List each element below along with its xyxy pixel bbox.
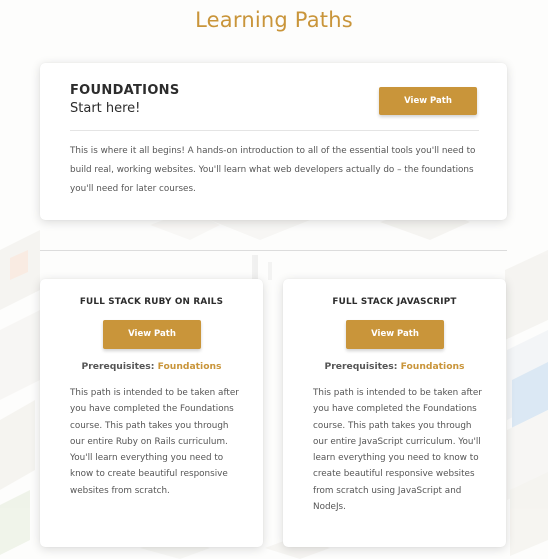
prerequisites-foundations-link[interactable]: Foundations bbox=[401, 361, 465, 372]
page-title: Learning Paths bbox=[195, 8, 353, 32]
foundations-view-path-button[interactable]: View Path bbox=[379, 87, 477, 115]
ruby-on-rails-path-card: FULL STACK RUBY ON RAILS View Path Prere… bbox=[40, 279, 263, 547]
javascript-path-card: FULL STACK JAVASCRIPT View Path Prerequi… bbox=[283, 279, 506, 547]
card-divider bbox=[70, 130, 479, 131]
prerequisites-line: Prerequisites: Foundations bbox=[40, 361, 263, 372]
section-divider bbox=[40, 250, 507, 251]
path-description: This path is intended to be taken after … bbox=[70, 388, 239, 496]
path-description: This path is intended to be taken after … bbox=[313, 388, 482, 513]
foundations-description: This is where it all begins! A hands-on … bbox=[70, 146, 476, 194]
foundations-title: FOUNDATIONS bbox=[70, 83, 180, 98]
javascript-view-path-button[interactable]: View Path bbox=[346, 320, 444, 349]
path-title: FULL STACK RUBY ON RAILS bbox=[79, 297, 224, 307]
prerequisites-line: Prerequisites: Foundations bbox=[283, 361, 506, 372]
foundations-card: FOUNDATIONS Start here! View Path This i… bbox=[40, 63, 507, 220]
rails-view-path-button[interactable]: View Path bbox=[103, 320, 201, 349]
foundations-subtitle: Start here! bbox=[70, 101, 141, 116]
path-title: FULL STACK JAVASCRIPT bbox=[332, 297, 457, 307]
prerequisites-label: Prerequisites: bbox=[324, 361, 398, 372]
prerequisites-foundations-link[interactable]: Foundations bbox=[158, 361, 222, 372]
prerequisites-label: Prerequisites: bbox=[81, 361, 155, 372]
